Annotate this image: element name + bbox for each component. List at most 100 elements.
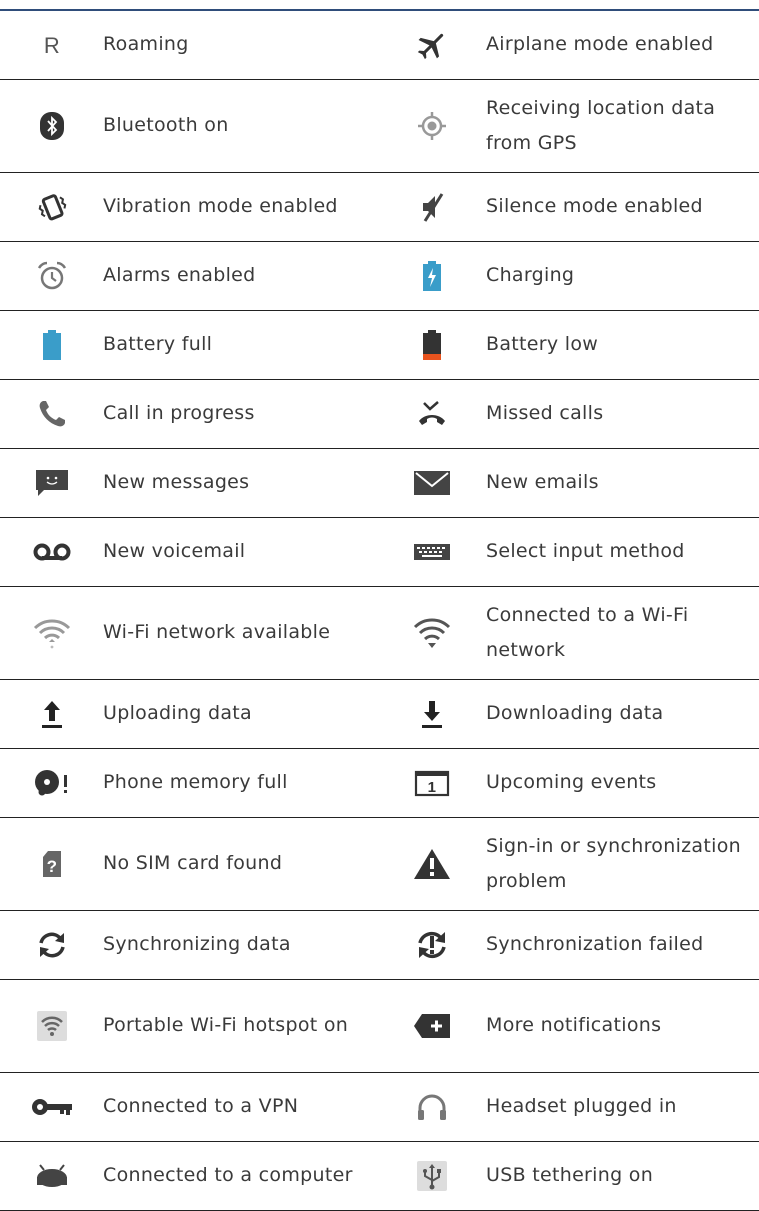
vpn-key-icon [30,1095,74,1119]
icon-cell [0,517,103,586]
description-label: Airplane mode enabled [486,33,714,56]
description-label: Phone memory full [103,771,288,793]
icon-cell: 1 [378,748,486,817]
table-row: Call in progress Missed calls [0,379,759,448]
icon-cell [0,1072,103,1141]
missed-call-icon [416,399,448,429]
wifi-connected-icon [412,617,452,649]
call-icon [36,398,68,430]
icon-cell [0,79,103,172]
usb-icon [416,1160,448,1192]
table-row: Phone memory full 1 Upcoming events [0,748,759,817]
table-row: Portable Wi-Fi hotspot on More notificati… [0,979,759,1072]
svg-text:?: ? [46,857,57,876]
memory-full-icon [32,767,72,799]
description-label: Bluetooth on [103,114,229,136]
charging-icon [422,260,442,292]
battery-full-icon [42,329,62,361]
icon-cell [0,979,103,1072]
table-row: ? No SIM card found Sign-in or synchroniza… [0,817,759,910]
icon-cell: R [0,10,103,79]
email-icon [413,469,451,497]
status-icon-table: R Roaming Airplane mode enabled Bluetooth o… [0,9,759,1211]
description-label: Battery full [103,333,213,355]
description-label: USB tethering on [486,1164,654,1186]
icon-cell [378,910,486,979]
description-label: Charging [486,264,575,286]
table-row: R Roaming Airplane mode enabled [0,10,759,79]
description-label: Wi-Fi network available [103,621,331,643]
icon-cell [0,172,103,241]
icon-cell [378,379,486,448]
description-label: Upcoming events [486,771,657,793]
icon-cell [0,586,103,679]
description-label: New emails [486,471,599,493]
table-row: Battery full Battery low [0,310,759,379]
alarm-icon [36,260,68,292]
table-row: New voicemail Select input method [0,517,759,586]
voicemail-icon [32,541,72,563]
icon-cell: ? [0,817,103,910]
icon-cell [0,679,103,748]
icon-cell [0,748,103,817]
download-icon [420,698,444,730]
icon-cell [378,241,486,310]
icon-cell [0,241,103,310]
description-label: Downloading data [486,702,664,724]
icon-cell [378,517,486,586]
description-label: New messages [103,471,250,493]
icon-cell [378,817,486,910]
svg-text:R: R [43,33,59,58]
svg-text:1: 1 [428,779,437,796]
description-label: Alarms enabled [103,264,256,286]
description-label: No SIM card found [103,852,283,874]
icon-cell [0,1141,103,1210]
keyboard-icon [413,541,451,563]
table-row: Synchronizing data Synchronization failed [0,910,759,979]
icon-cell [378,310,486,379]
table-row: Wi-Fi network available Connected to a Wi… [0,586,759,679]
icon-cell [378,1072,486,1141]
table-body: R Roaming Airplane mode enabled Bluetooth o… [0,10,759,1210]
description-label: Call in progress [103,402,255,424]
table-row: Alarms enabled Charging [0,241,759,310]
more-notifications-icon [413,1012,451,1040]
icon-cell [378,586,486,679]
table-row: Vibration mode enabled Silence mode enabl… [0,172,759,241]
table-row: Bluetooth on Receiving location data from… [0,79,759,172]
description-label: New voicemail [103,540,246,562]
description-label: Battery low [486,333,599,355]
description-label: Silence mode enabled [486,195,703,217]
message-icon [34,468,70,498]
icon-cell [378,1141,486,1210]
description-label: Uploading data [103,702,252,724]
wifi-available-icon [32,617,72,649]
sync-icon [33,930,71,960]
description-label: Synchronizing data [103,933,291,955]
description-label: More notifications [486,1014,662,1036]
icon-cell [378,679,486,748]
description-label: Select input method [486,540,685,562]
icon-cell [378,979,486,1072]
table-row: Uploading data Downloading data [0,679,759,748]
gps-icon [417,111,447,141]
silence-icon [417,191,447,223]
table-row: Connected to a computer USB tethering on [0,1141,759,1210]
sync-failed-icon [412,929,452,961]
description-label: Missed calls [486,402,604,424]
bluetooth-icon [39,111,65,141]
description-label: Portable Wi-Fi hotspot on [103,1014,349,1036]
icon-cell [378,172,486,241]
upload-icon [40,698,64,730]
description-label: Receiving location data from GPS [486,96,716,154]
description-label: Connected to a VPN [103,1095,299,1117]
computer-icon [35,1163,69,1189]
description-label: Vibration mode enabled [103,195,338,217]
battery-low-icon [422,329,442,361]
description-label: Sign-in or synchronization problem [486,834,741,892]
icon-cell [0,379,103,448]
hotspot-icon [36,1010,68,1042]
vibration-icon [36,191,68,223]
icon-cell [0,910,103,979]
icon-cell [378,448,486,517]
